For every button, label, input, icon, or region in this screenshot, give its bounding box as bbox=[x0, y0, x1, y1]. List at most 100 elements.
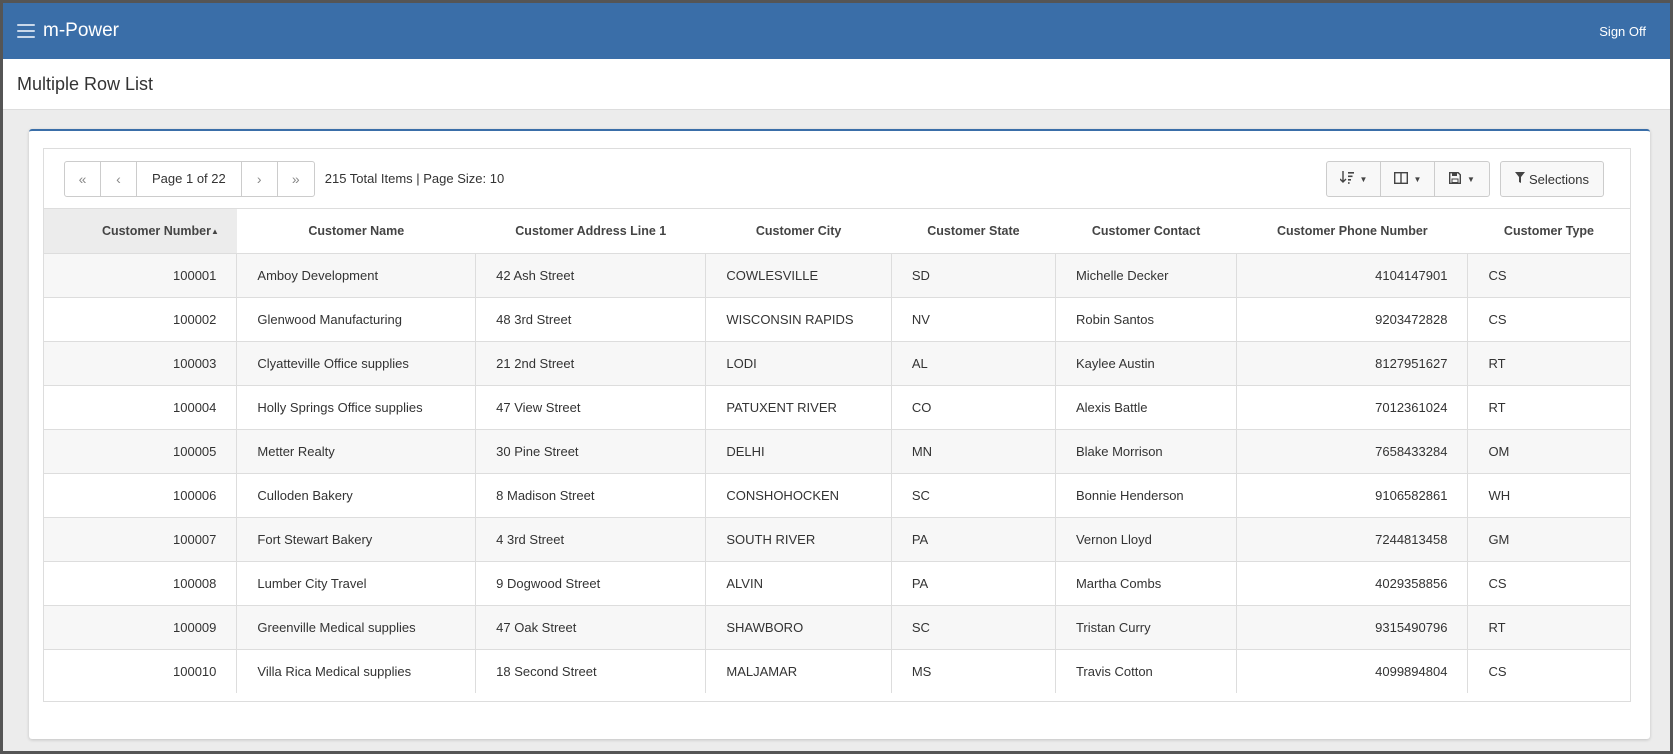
city-cell: LODI bbox=[705, 341, 892, 386]
phone-cell: 7658433284 bbox=[1236, 429, 1469, 474]
column-header-customer-name[interactable]: Customer Name bbox=[236, 209, 476, 254]
contact-cell: Bonnie Henderson bbox=[1055, 473, 1238, 518]
sort-icon bbox=[1339, 171, 1354, 187]
type-cell: OM bbox=[1467, 429, 1630, 474]
contact-cell: Robin Santos bbox=[1055, 297, 1238, 342]
state-cell: PA bbox=[891, 517, 1056, 562]
customer-name-cell: Greenville Medical supplies bbox=[236, 605, 477, 650]
prev-page-button[interactable]: ‹ bbox=[101, 161, 137, 196]
page-header: Multiple Row List bbox=[3, 59, 1670, 110]
sort-dropdown-button[interactable]: ▼ bbox=[1327, 162, 1382, 196]
toolbar-actions: ▼ ▼ ▼ Selections bbox=[1326, 161, 1604, 197]
type-cell: RT bbox=[1467, 605, 1630, 650]
state-cell: SD bbox=[891, 253, 1056, 298]
customer-name-cell: Metter Realty bbox=[236, 429, 477, 474]
brand-logo[interactable]: m-Power bbox=[43, 20, 119, 42]
contact-cell: Kaylee Austin bbox=[1055, 341, 1238, 386]
last-page-button[interactable]: » bbox=[278, 162, 314, 196]
customer-name-cell: Holly Springs Office supplies bbox=[236, 385, 477, 430]
table-row[interactable]: 100002 Glenwood Manufacturing 48 3rd Stree… bbox=[44, 297, 1630, 342]
address-cell: 8 Madison Street bbox=[475, 473, 707, 518]
address-cell: 21 2nd Street bbox=[475, 341, 707, 386]
state-cell: CO bbox=[891, 385, 1056, 430]
city-cell: COWLESVILLE bbox=[705, 253, 892, 298]
chevron-down-icon: ▼ bbox=[1467, 174, 1475, 184]
list-panel: « ‹ Page 1 of 22 › » 215 Total Items | P… bbox=[43, 148, 1631, 702]
customer-number-cell: 100008 bbox=[44, 561, 238, 606]
columns-dropdown-button[interactable]: ▼ bbox=[1381, 162, 1436, 196]
list-card: « ‹ Page 1 of 22 › » 215 Total Items | P… bbox=[29, 129, 1650, 739]
state-cell: PA bbox=[891, 561, 1056, 606]
column-header-phone[interactable]: Customer Phone Number bbox=[1236, 209, 1468, 254]
column-header-state[interactable]: Customer State bbox=[891, 209, 1056, 254]
city-cell: ALVIN bbox=[705, 561, 892, 606]
type-cell: RT bbox=[1467, 341, 1630, 386]
address-cell: 42 Ash Street bbox=[475, 253, 707, 298]
contact-cell: Alexis Battle bbox=[1055, 385, 1238, 430]
column-header-contact[interactable]: Customer Contact bbox=[1055, 209, 1237, 254]
contact-cell: Blake Morrison bbox=[1055, 429, 1238, 474]
table-row[interactable]: 100008 Lumber City Travel 9 Dogwood Street… bbox=[44, 561, 1630, 606]
customer-number-cell: 100007 bbox=[44, 517, 238, 562]
next-page-button[interactable]: › bbox=[242, 161, 278, 196]
type-cell: CS bbox=[1467, 649, 1630, 693]
customer-number-cell: 100005 bbox=[44, 429, 238, 474]
selections-button[interactable]: Selections bbox=[1500, 161, 1604, 197]
state-cell: MN bbox=[891, 429, 1056, 474]
column-header-customer-number[interactable]: Customer Number▲ bbox=[44, 209, 237, 254]
state-cell: SC bbox=[891, 473, 1056, 518]
table-row[interactable]: 100007 Fort Stewart Bakery 4 3rd Street SOU… bbox=[44, 517, 1630, 562]
sign-off-link[interactable]: Sign Off bbox=[1599, 24, 1646, 39]
columns-icon bbox=[1393, 171, 1408, 187]
city-cell: PATUXENT RIVER bbox=[705, 385, 892, 430]
customer-number-cell: 100002 bbox=[44, 297, 238, 342]
customer-name-cell: Fort Stewart Bakery bbox=[236, 517, 477, 562]
phone-cell: 4029358856 bbox=[1236, 561, 1469, 606]
table-row[interactable]: 100005 Metter Realty 30 Pine Street DELHI MN… bbox=[44, 429, 1630, 474]
phone-cell: 9106582861 bbox=[1236, 473, 1469, 518]
save-icon bbox=[1449, 171, 1462, 187]
customer-number-cell: 100003 bbox=[44, 341, 238, 386]
address-cell: 47 Oak Street bbox=[475, 605, 707, 650]
table-header-row: Customer Number▲ Customer Name Customer … bbox=[44, 209, 1630, 254]
customer-name-cell: Villa Rica Medical supplies bbox=[236, 649, 477, 693]
table-row[interactable]: 100009 Greenville Medical supplies 47 Oak … bbox=[44, 605, 1630, 650]
page-indicator: Page 1 of 22 bbox=[137, 161, 242, 196]
address-cell: 47 View Street bbox=[475, 385, 707, 430]
column-header-type[interactable]: Customer Type bbox=[1467, 209, 1630, 254]
hamburger-menu-icon[interactable] bbox=[17, 24, 35, 38]
city-cell: SHAWBORO bbox=[705, 605, 892, 650]
table-row[interactable]: 100001 Amboy Development 42 Ash Street COWL… bbox=[44, 253, 1630, 298]
table-row[interactable]: 100003 Clyatteville Office supplies 21 2nd… bbox=[44, 341, 1630, 386]
page-title: Multiple Row List bbox=[17, 73, 154, 94]
customer-number-cell: 100006 bbox=[44, 473, 238, 518]
chevron-down-icon: ▼ bbox=[1413, 174, 1422, 184]
sort-asc-icon: ▲ bbox=[210, 226, 219, 236]
table-row[interactable]: 100006 Culloden Bakery 8 Madison Street CON… bbox=[44, 473, 1630, 518]
customer-table: Customer Number▲ Customer Name Customer … bbox=[44, 209, 1630, 693]
customer-number-cell: 100001 bbox=[44, 253, 238, 298]
state-cell: MS bbox=[891, 649, 1056, 693]
chevron-down-icon: ▼ bbox=[1359, 174, 1368, 184]
customer-name-cell: Lumber City Travel bbox=[236, 561, 477, 606]
city-cell: WISCONSIN RAPIDS bbox=[705, 297, 892, 342]
customer-number-cell: 100009 bbox=[44, 605, 238, 650]
state-cell: NV bbox=[891, 297, 1056, 342]
table-row[interactable]: 100004 Holly Springs Office supplies 47 Vi… bbox=[44, 385, 1630, 430]
type-cell: CS bbox=[1467, 297, 1630, 342]
phone-cell: 9315490796 bbox=[1236, 605, 1469, 650]
app-window: m-Power Sign Off Multiple Row List « ‹ P… bbox=[3, 3, 1670, 751]
phone-cell: 8127951627 bbox=[1236, 341, 1469, 386]
customer-name-cell: Glenwood Manufacturing bbox=[236, 297, 477, 342]
save-dropdown-button[interactable]: ▼ bbox=[1435, 162, 1489, 196]
column-header-address[interactable]: Customer Address Line 1 bbox=[475, 209, 706, 254]
table-row[interactable]: 100010 Villa Rica Medical supplies 18 Seco… bbox=[44, 649, 1630, 693]
customer-name-cell: Clyatteville Office supplies bbox=[236, 341, 477, 386]
first-page-button[interactable]: « bbox=[65, 161, 101, 196]
tool-button-group: ▼ ▼ ▼ bbox=[1326, 161, 1491, 197]
column-header-city[interactable]: Customer City bbox=[705, 209, 892, 254]
contact-cell: Tristan Curry bbox=[1055, 605, 1238, 650]
contact-cell: Martha Combs bbox=[1055, 561, 1238, 606]
city-cell: DELHI bbox=[705, 429, 892, 474]
address-cell: 9 Dogwood Street bbox=[475, 561, 707, 606]
